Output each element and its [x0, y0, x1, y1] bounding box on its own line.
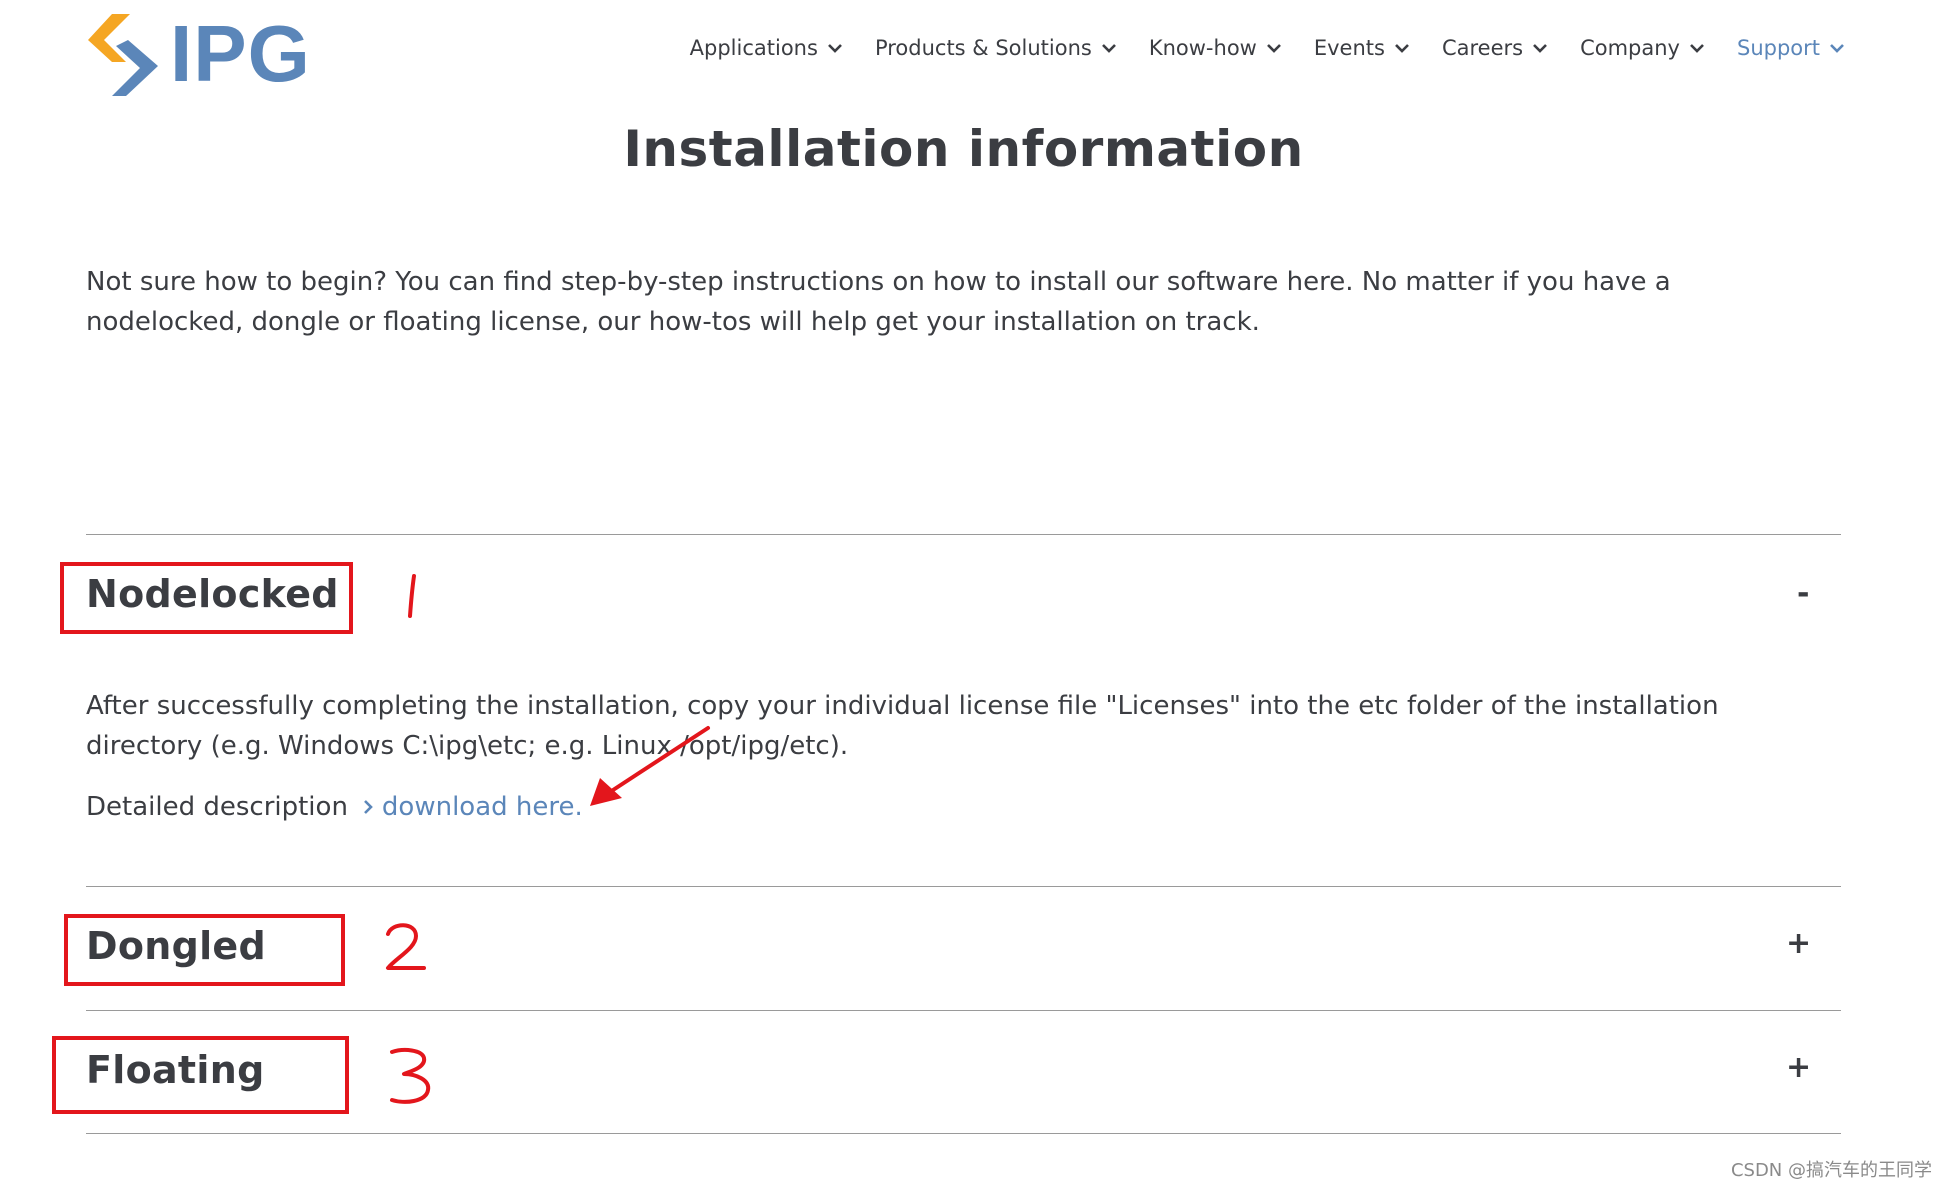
- page-title: Installation information: [623, 120, 1304, 178]
- chevron-down-icon: [1101, 44, 1116, 53]
- nav-events[interactable]: Events: [1314, 36, 1411, 60]
- nav-careers[interactable]: Careers: [1442, 36, 1549, 60]
- chevron-right-icon: [364, 800, 373, 814]
- ipg-logo-mark-icon: [88, 14, 158, 96]
- annotation-number-2: [386, 923, 426, 970]
- nav-products-solutions[interactable]: Products & Solutions: [875, 36, 1118, 60]
- chevron-down-icon: [1533, 44, 1547, 53]
- accordion-collapse-toggle[interactable]: -: [1797, 576, 1809, 611]
- chevron-down-icon: [828, 44, 842, 53]
- watermark: CSDN @搞汽车的王同学: [1730, 1160, 1932, 1181]
- nav-label: Careers: [1441, 36, 1524, 60]
- chevron-down-icon: [1830, 44, 1844, 53]
- nav-support[interactable]: Support: [1737, 36, 1846, 60]
- logo-text: IPG: [170, 9, 311, 98]
- detail-label: Detailed description: [86, 792, 348, 822]
- nav-label: Company: [1580, 36, 1680, 60]
- nav-know-how[interactable]: Know-how: [1149, 36, 1283, 60]
- nav-label: Support: [1736, 36, 1820, 60]
- annotation-box-2: [64, 914, 345, 986]
- annotation-number-3: [390, 1048, 431, 1104]
- nav-label: Events: [1313, 36, 1385, 60]
- intro-text: Not sure how to begin? You can find step…: [86, 267, 1671, 337]
- detail-description-line: Detailed description download here.: [86, 792, 583, 822]
- nav-company[interactable]: Company: [1580, 36, 1706, 60]
- divider: [86, 1133, 1841, 1134]
- divider: [86, 1010, 1841, 1011]
- accordion-expand-toggle[interactable]: +: [1786, 1050, 1811, 1085]
- main-nav: Applications Products & Solutions Know-h…: [659, 36, 1846, 60]
- annotation-arrow-icon: [590, 726, 710, 806]
- chevron-down-icon: [1266, 44, 1281, 53]
- accordion-expand-toggle[interactable]: +: [1786, 926, 1811, 961]
- divider: [86, 886, 1841, 887]
- divider: [86, 534, 1841, 535]
- download-here-link[interactable]: download here.: [382, 792, 583, 822]
- chevron-down-icon: [1690, 44, 1704, 53]
- nav-label: Know-how: [1148, 36, 1257, 60]
- annotation-box-3: [52, 1036, 349, 1114]
- annotation-number-1: [408, 574, 416, 618]
- nav-label: Applications: [689, 36, 818, 60]
- ipg-logo[interactable]: IPG: [82, 12, 322, 96]
- nav-label: Products & Solutions: [874, 36, 1092, 60]
- chevron-down-icon: [1395, 44, 1409, 53]
- nav-applications[interactable]: Applications: [690, 36, 844, 60]
- nodelocked-description: After successfully completing the instal…: [86, 691, 1719, 761]
- annotation-box-1: [60, 562, 353, 634]
